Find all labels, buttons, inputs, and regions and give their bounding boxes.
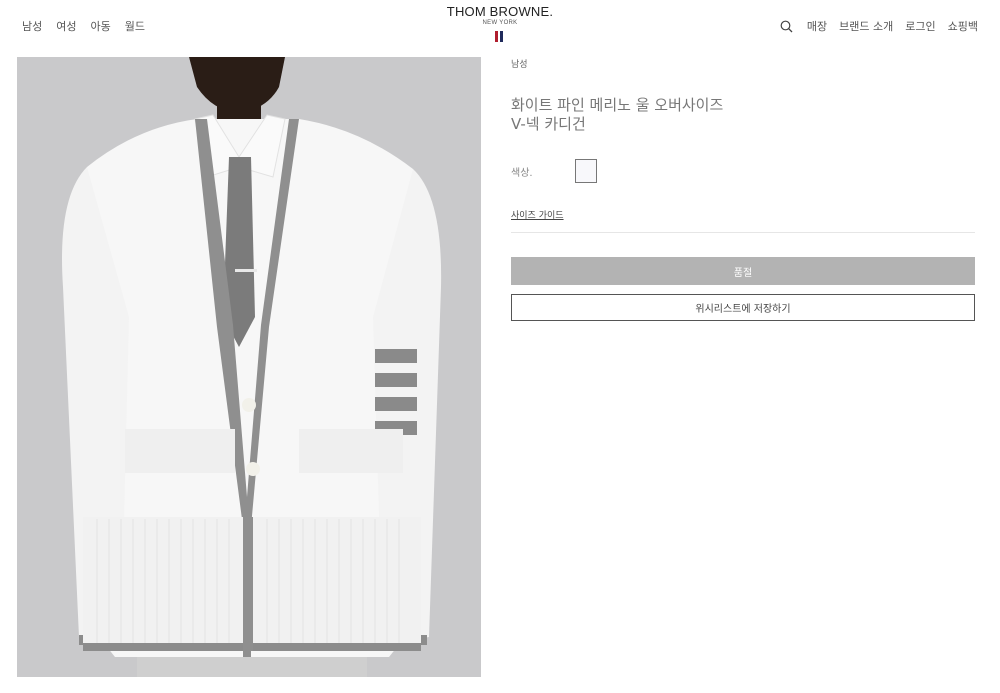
- size-guide-link[interactable]: 사이즈 가이드: [511, 208, 564, 221]
- logo-wordmark: THOM BROWNE.: [446, 4, 554, 19]
- brand-logo[interactable]: THOM BROWNE. NEW YORK: [444, 5, 556, 42]
- product-image[interactable]: [17, 57, 481, 677]
- nav-stores[interactable]: 매장: [807, 18, 827, 34]
- nav-login[interactable]: 로그인: [905, 18, 935, 34]
- color-swatch-white[interactable]: [575, 159, 597, 183]
- nav-about-brand[interactable]: 브랜드 소개: [839, 18, 893, 34]
- nav-shopping-bag[interactable]: 쇼핑백: [948, 18, 978, 34]
- divider: [511, 232, 975, 233]
- save-to-wishlist-button[interactable]: 위시리스트에 저장하기: [511, 294, 975, 321]
- site-header: 남성 여성 아동 월드 THOM BROWNE. NEW YORK 매장 브랜드…: [0, 0, 1000, 56]
- sold-out-button[interactable]: 품절: [511, 257, 975, 285]
- product-title: 화이트 파인 메리노 울 오버사이즈 V-넥 카디건: [511, 96, 724, 133]
- cardigan-illustration: [17, 57, 481, 677]
- product-details: 남성 화이트 파인 메리노 울 오버사이즈 V-넥 카디건 색상. 사이즈 가이…: [511, 56, 975, 321]
- primary-nav: 남성 여성 아동 월드: [22, 18, 145, 34]
- color-label: 색상.: [511, 167, 533, 179]
- nav-men[interactable]: 남성: [22, 18, 42, 34]
- logo-subtitle: NEW YORK: [482, 20, 518, 26]
- logo-stripes: [495, 31, 505, 42]
- search-icon[interactable]: [780, 20, 793, 33]
- color-selector: 색상.: [511, 158, 975, 184]
- product-category[interactable]: 남성: [511, 57, 975, 70]
- nav-women[interactable]: 여성: [56, 18, 76, 34]
- nav-kids[interactable]: 아동: [91, 18, 111, 34]
- nav-world[interactable]: 월드: [125, 18, 145, 34]
- utility-nav: 매장 브랜드 소개 로그인 쇼핑백: [780, 18, 978, 34]
